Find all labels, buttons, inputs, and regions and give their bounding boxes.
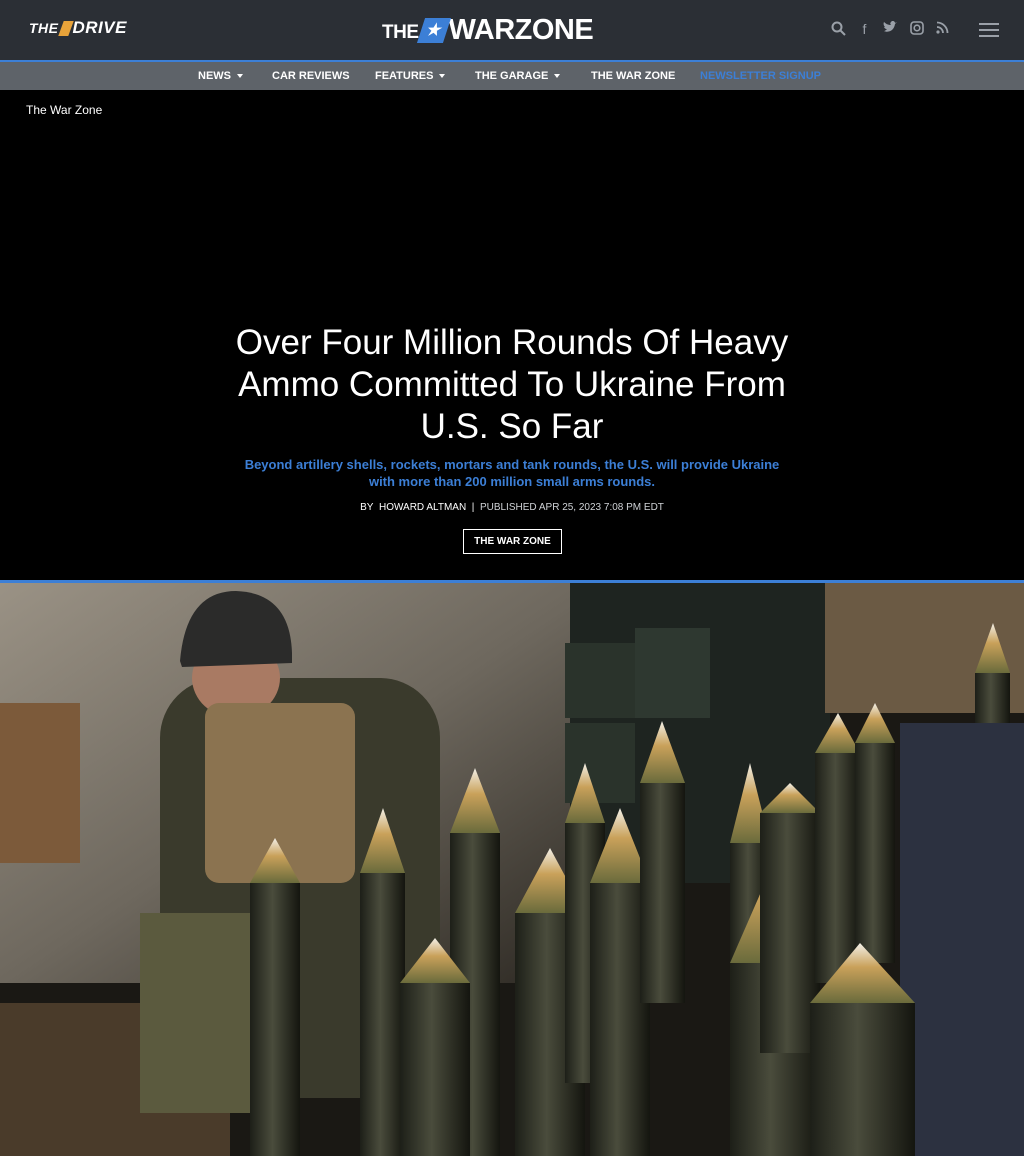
caret-down-icon — [237, 74, 243, 78]
site-header: THE DRIVE THE ★ WARZONE f — [0, 0, 1024, 60]
nav-item-car-reviews[interactable]: CAR REVIEWS — [272, 62, 350, 90]
header-icons: f — [831, 20, 950, 37]
nav-item-news[interactable]: NEWS — [198, 62, 243, 90]
the-drive-logo[interactable]: THE DRIVE — [29, 18, 127, 38]
nav-item-label: THE WAR ZONE — [591, 70, 676, 82]
main-nav: NEWS CAR REVIEWS FEATURES THE GARAGE THE… — [0, 60, 1024, 90]
instagram-icon[interactable] — [909, 21, 924, 37]
search-icon[interactable] — [831, 21, 846, 37]
nav-item-label: THE GARAGE — [475, 70, 549, 82]
nav-item-the-war-zone[interactable]: THE WAR ZONE — [591, 62, 675, 90]
nav-item-features[interactable]: FEATURES — [375, 62, 446, 90]
nav-item-label: NEWSLETTER SIGNUP — [700, 70, 822, 82]
breadcrumb[interactable]: The War Zone — [26, 103, 102, 117]
star-icon: ★ — [416, 18, 451, 43]
hero-image — [0, 583, 1024, 1156]
warzone-logo-prefix: THE — [382, 21, 419, 43]
article-title: Over Four Million Rounds Of Heavy Ammo C… — [235, 323, 789, 446]
drive-logo-slash — [57, 20, 74, 36]
caret-down-icon — [439, 74, 446, 78]
menu-icon[interactable] — [979, 23, 999, 37]
facebook-icon[interactable]: f — [857, 21, 872, 37]
nav-item-the-garage[interactable]: THE GARAGE — [475, 62, 561, 90]
caret-down-icon — [554, 74, 561, 78]
warzone-logo-name: WARZONE — [448, 14, 594, 46]
byline-separator: | — [471, 502, 475, 513]
rss-icon[interactable] — [935, 21, 950, 37]
nav-item-newsletter-signup[interactable]: NEWSLETTER SIGNUP — [700, 62, 821, 90]
twitter-icon[interactable] — [883, 20, 898, 37]
the-warzone-logo[interactable]: THE ★ WARZONE — [382, 14, 594, 47]
drive-logo-name: DRIVE — [72, 18, 127, 37]
article-hero: The War Zone Over Four Million Rounds Of… — [0, 90, 1024, 583]
nav-item-label: CAR REVIEWS — [272, 70, 350, 82]
nav-item-label: NEWS — [198, 70, 231, 82]
publish-date: PUBLISHED APR 25, 2023 7:08 PM EDT — [479, 502, 664, 513]
nav-item-label: FEATURES — [375, 70, 434, 82]
author-link[interactable]: HOWARD ALTMAN — [379, 502, 466, 513]
byline: BY HOWARD ALTMAN | PUBLISHED APR 25, 202… — [230, 502, 794, 513]
drive-logo-prefix: THE — [29, 20, 59, 36]
category-tag[interactable]: THE WAR ZONE — [463, 529, 562, 554]
article-dek: Beyond artillery shells, rockets, mortar… — [244, 457, 780, 489]
byline-prefix: BY — [360, 502, 374, 513]
